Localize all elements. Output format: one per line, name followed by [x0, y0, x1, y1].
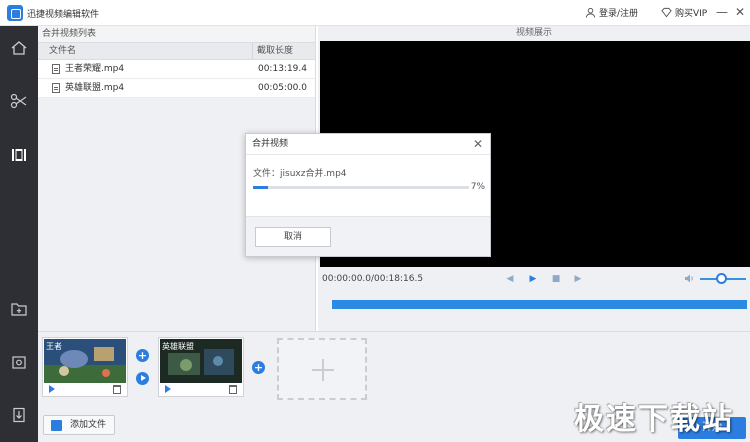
timeline-bar[interactable] [332, 300, 747, 309]
volume-icon[interactable] [683, 273, 695, 285]
table-row[interactable]: 王者荣耀.mp4 00:13:19.4 [38, 60, 315, 79]
minimize-button[interactable]: — [714, 4, 730, 20]
clip-thumbnail: 英雄联盟 [160, 339, 242, 383]
app-logo-icon [7, 5, 23, 21]
clip-card[interactable]: 英雄联盟 [158, 337, 244, 397]
video-preview-header: 视频展示 [515, 28, 552, 38]
close-icon[interactable]: ✕ [472, 138, 484, 150]
clip-overlay-text: 王者 [46, 342, 62, 351]
user-icon [585, 7, 596, 18]
sidebar-item-home[interactable] [0, 29, 38, 67]
vip-button[interactable]: 购买VIP [661, 6, 707, 19]
merge-progress-dialog: 合并视频 ✕ 文件：jisuxz合并.mp4 7% 取消 [245, 133, 491, 257]
file-name: 英雄联盟.mp4 [65, 82, 125, 93]
next-frame-icon[interactable]: ▶ [572, 273, 584, 285]
clip-play-icon[interactable] [165, 385, 171, 393]
file-icon [52, 64, 60, 74]
gear-icon [12, 356, 26, 369]
playback-controls: 00:00:00.0/00:18:16.5 ◀ ▶ ■ ▶ [318, 269, 750, 289]
sidebar [0, 26, 38, 442]
cancel-button[interactable]: 取消 [255, 227, 331, 247]
scissors-icon [10, 93, 27, 109]
trash-icon[interactable] [229, 385, 237, 394]
download-icon [13, 407, 25, 423]
diamond-icon [661, 7, 672, 18]
file-name: 王者荣耀.mp4 [65, 63, 125, 74]
progress-percent: 7% [470, 182, 485, 192]
insert-clip-button[interactable]: + [252, 361, 265, 374]
login-button[interactable]: 登录/注册 [585, 6, 638, 19]
add-file-button[interactable]: 添加文件 [43, 415, 115, 435]
sidebar-item-merge[interactable] [0, 136, 38, 174]
clip-card[interactable]: 王者 [42, 337, 128, 397]
sidebar-item-export[interactable] [0, 396, 38, 434]
home-icon [11, 41, 27, 55]
add-clip-slot[interactable] [277, 338, 367, 400]
time-readout: 00:00:00.0/00:18:16.5 [322, 274, 424, 284]
sidebar-item-cut[interactable] [0, 82, 38, 120]
merge-list-header: 合并视频列表 [38, 26, 315, 43]
login-label: 登录/注册 [599, 9, 639, 19]
progress-fill [253, 186, 269, 189]
watermark-text: 极速下载站 [574, 402, 734, 437]
play-icon[interactable]: ▶ [527, 273, 539, 285]
file-duration: 00:13:19.4 [257, 64, 307, 74]
clip-thumbnail: 王者 [44, 339, 126, 383]
play-clip-button[interactable] [136, 372, 149, 385]
col-file-name: 文件名 [38, 43, 253, 59]
prev-frame-icon[interactable]: ◀ [504, 273, 516, 285]
add-file-icon [51, 420, 62, 431]
volume-slider-handle[interactable] [716, 273, 727, 284]
sidebar-item-add-folder[interactable] [0, 290, 38, 328]
dialog-title: 合并视频 [246, 134, 490, 155]
close-window-button[interactable]: ✕ [732, 4, 748, 20]
trash-icon[interactable] [113, 385, 121, 394]
title-bar: 迅捷视频编辑软件 登录/注册 购买VIP — ✕ [0, 0, 750, 26]
file-icon [52, 83, 60, 93]
film-icon [12, 149, 26, 161]
vip-label: 购买VIP [675, 9, 708, 19]
output-file-text: 文件：jisuxz合并.mp4 [253, 169, 347, 179]
insert-clip-button[interactable]: + [136, 349, 149, 362]
col-duration: 截取长度 [257, 46, 294, 56]
add-file-label: 添加文件 [70, 420, 107, 430]
progress-track [253, 186, 469, 189]
folder-add-icon [11, 303, 27, 316]
merge-list-column-header: 文件名 截取长度 [38, 43, 315, 60]
dialog-footer: 取消 [246, 216, 490, 256]
clip-play-icon[interactable] [49, 385, 55, 393]
table-row[interactable]: 英雄联盟.mp4 00:05:00.0 [38, 79, 315, 98]
stop-icon[interactable]: ■ [550, 273, 562, 285]
sidebar-item-settings[interactable] [0, 343, 38, 381]
clip-overlay-text: 英雄联盟 [162, 342, 194, 351]
app-title: 迅捷视频编辑软件 [27, 10, 100, 20]
file-duration: 00:05:00.0 [257, 83, 307, 93]
